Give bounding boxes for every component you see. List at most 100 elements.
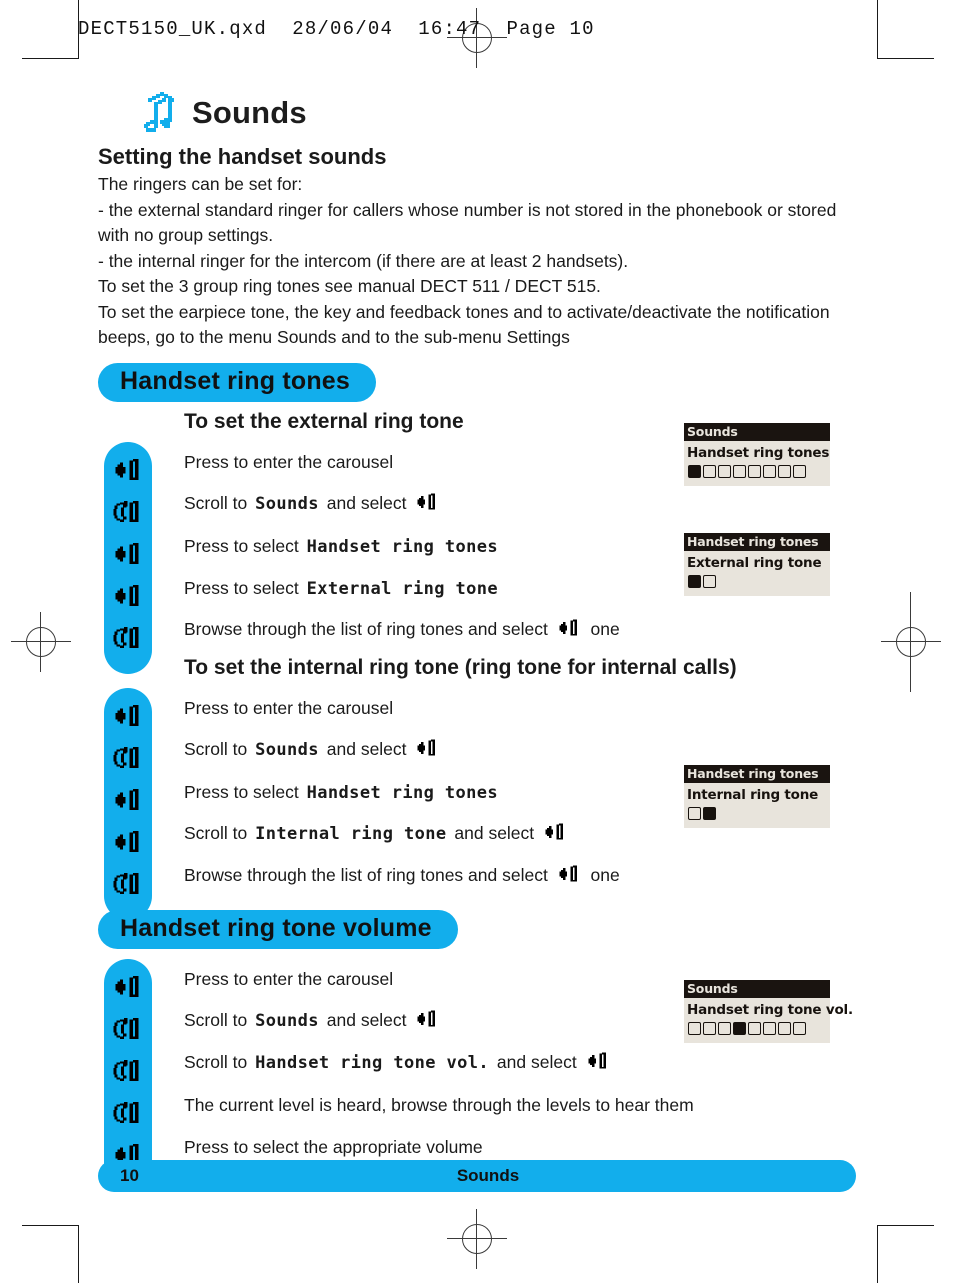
lcd-position-dots [684,573,830,596]
key-slot[interactable] [104,969,152,1011]
lcd-dot-active [733,1022,746,1035]
step-text: Scroll to [184,1051,253,1072]
step-item-3: The current level is heard, browse throu… [184,1085,858,1127]
step-text: Scroll to [184,822,253,843]
key-slot[interactable] [104,782,152,824]
lcd-dot [763,1022,776,1035]
key-slot[interactable] [104,1053,152,1095]
scroll-key-icon [112,745,145,776]
intro-line-2: - the internal ringer for the intercom (… [98,250,629,271]
lcd-dot [748,1022,761,1035]
menu-item-label: Sounds [255,1010,319,1031]
footer-page-number: 10 [120,1166,139,1185]
menu-item-label: External ring tone [306,578,499,599]
select-key-icon [112,787,145,818]
step-text: Scroll to [184,738,253,759]
step-text: and select [321,1009,412,1030]
step-text: and select [492,1051,582,1072]
lcd-dot [778,1022,791,1035]
lcd-dot-active [703,807,716,820]
lcd-dot [733,465,746,478]
select-key-icon [586,1051,611,1077]
intro-line-4: To set the earpiece tone, the key and fe… [98,301,830,348]
key-slot[interactable] [104,1011,152,1053]
crop-mark-bottom-right-h [877,1225,934,1226]
key-slot[interactable] [104,866,152,908]
scroll-key-icon [112,499,145,530]
lcd-dot [688,1022,701,1035]
lcd-body-text: External ring tone [687,555,822,571]
step-text: and select [449,822,540,843]
key-slot[interactable] [104,824,152,866]
key-slot[interactable] [104,452,152,494]
select-key-icon [543,822,568,848]
step-text: and select [321,492,412,513]
select-key-icon [415,738,440,764]
select-key-icon [112,703,145,734]
lcd-title-bar: Handset ring tones [684,765,830,783]
key-slot[interactable] [104,698,152,740]
menu-item-label: Handset ring tones [306,536,499,557]
step-text: Press to select [184,577,304,598]
lcd-dot-active [688,465,701,478]
scroll-key-icon [112,625,145,656]
menu-item-label: Handset ring tones [306,782,499,803]
step-text: Press to select the appropriate volume [184,1137,483,1157]
key-slot[interactable] [104,578,152,620]
crop-mark-top-right-v [877,0,878,58]
select-key-icon [112,829,145,860]
lcd-title-bar: Sounds [684,423,830,441]
registration-mark-left [11,612,71,672]
select-key-icon [112,457,145,488]
lcd-dot [763,465,776,478]
key-slot[interactable] [104,536,152,578]
key-slot[interactable] [104,620,152,662]
crop-mark-bottom-left-v [78,1225,79,1283]
lcd-position-dots [684,1020,830,1043]
key-slot[interactable] [104,494,152,536]
key-column [104,687,152,920]
scroll-key-icon [112,871,145,902]
step-text: one [585,864,620,885]
step-item-4: Browse through the list of ring tones an… [184,610,858,652]
lcd-title-bar: Handset ring tones [684,533,830,551]
page-title: Sounds [192,95,307,130]
lcd-dot [748,465,761,478]
key-slot[interactable] [104,740,152,782]
intro-line-1: - the external standard ringer for calle… [98,199,837,246]
registration-mark-bottom [447,1209,507,1269]
lcd-screen-1: Handset ring tones External ring tone [684,533,830,596]
step-text: Press to enter the carousel [184,698,394,718]
intro-line-3: To set the 3 group ring tones see manual… [98,276,601,296]
scroll-key-icon [112,1016,145,1047]
step-text: Scroll to [184,1009,253,1030]
lcd-screen-3: Sounds Handset ring tone vol. [684,980,853,1043]
lcd-dot [793,1022,806,1035]
crop-mark-top-left-h [22,58,79,59]
intro-line-0: The ringers can be set for: [98,174,303,194]
lcd-title-bar: Sounds [684,980,830,998]
step-item-0: Press to enter the carousel [184,688,858,730]
lcd-dot [703,1022,716,1035]
lcd-body-text: Handset ring tones [687,445,830,461]
page-title-row: Sounds [140,92,858,134]
subsection-heading-0-1: To set the internal ring tone (ring tone… [184,655,737,679]
step-text: Browse through the list of ring tones an… [184,864,553,885]
select-key-icon [415,492,440,518]
page-footer: 10 Sounds [98,1160,856,1192]
step-item-4: Browse through the list of ring tones an… [184,856,858,898]
step-text: Press to select [184,781,304,802]
scroll-key-icon [112,1100,145,1131]
section-banner-0: Handset ring tones [98,362,377,402]
menu-item-label: Sounds [255,493,319,514]
menu-item-label: Handset ring tone vol. [255,1052,490,1073]
step-text: The current level is heard, browse throu… [184,1095,694,1115]
lcd-dot [703,575,716,588]
lcd-position-dots [684,463,830,486]
section-banner-1: Handset ring tone volume [98,909,458,949]
key-column [104,958,152,1191]
step-text: and select [321,738,412,759]
key-slot[interactable] [104,1095,152,1137]
menu-item-label: Sounds [255,739,319,760]
select-key-icon [415,1009,440,1035]
